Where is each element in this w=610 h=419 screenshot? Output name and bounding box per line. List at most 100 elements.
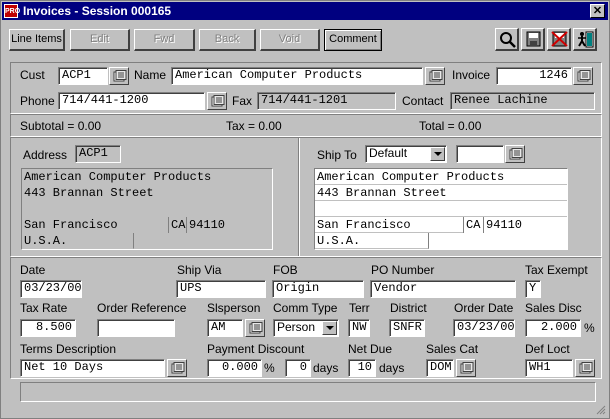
order-reference-label: Order Reference <box>97 301 187 315</box>
fob-label: FOB <box>273 263 298 277</box>
net-due-label: Net Due <box>348 342 393 356</box>
billing-address-box: American Computer Products 443 Brannan S… <box>21 168 273 250</box>
slsperson-field[interactable]: AM <box>207 319 243 337</box>
sales-cat-label: Sales Cat <box>426 342 479 356</box>
ship-to-city[interactable]: San Francisco <box>315 217 463 233</box>
def-loct-label: Def Loct <box>525 342 570 356</box>
ship-to-label: Ship To <box>317 148 357 162</box>
tax-rate-field[interactable]: 8.500 <box>20 319 76 337</box>
net-due-field[interactable]: 10 <box>348 359 376 377</box>
billing-address-line2: 443 Brannan Street <box>22 185 272 201</box>
billing-country: U.S.A. <box>22 233 134 249</box>
tax-text: Tax = 0.00 <box>226 119 282 133</box>
status-bar <box>20 382 596 402</box>
ship-to-country[interactable]: U.S.A. <box>315 233 429 249</box>
def-loct-field[interactable]: WH1 <box>525 359 573 377</box>
billing-zip: 94110 <box>186 217 272 233</box>
terms-lookup-icon[interactable] <box>167 359 187 377</box>
date-field[interactable]: 03/23/00 <box>20 280 82 298</box>
exit-door-icon[interactable] <box>573 28 597 51</box>
comment-button[interactable]: Comment <box>324 29 382 51</box>
address-divider <box>298 138 300 256</box>
comm-type-select[interactable]: Person <box>273 319 339 337</box>
sales-cat-field[interactable]: DOM <box>426 359 454 377</box>
resize-grip-icon[interactable] <box>596 405 606 415</box>
invoice-lookup-icon[interactable] <box>573 67 593 85</box>
terr-field[interactable]: NW <box>348 319 370 337</box>
phone-lookup-icon[interactable] <box>207 92 227 110</box>
terr-label: Terr <box>349 301 370 315</box>
tax-exempt-label: Tax Exempt <box>525 263 588 277</box>
cust-field[interactable]: ACP1 <box>58 67 108 85</box>
tax-exempt-field[interactable]: Y <box>525 280 541 298</box>
cust-lookup-icon[interactable] <box>109 67 129 85</box>
billing-state: CA <box>168 217 186 233</box>
order-date-label: Order Date <box>454 301 514 315</box>
name-lookup-icon[interactable] <box>425 67 445 85</box>
name-field[interactable]: American Computer Products <box>171 67 423 85</box>
close-icon[interactable]: ✕ <box>590 4 605 18</box>
fwd-button[interactable]: Fwd <box>134 29 195 51</box>
payment-days-field[interactable]: 0 <box>285 359 311 377</box>
ship-to-line3[interactable] <box>315 201 567 217</box>
void-button[interactable]: Void <box>260 29 320 51</box>
ship-to-select[interactable]: Default <box>365 145 447 163</box>
window-title: Invoices - Session 000165 <box>23 4 172 18</box>
contact-label: Contact <box>402 94 444 108</box>
phone-label: Phone <box>20 94 55 108</box>
address-label: Address <box>23 148 68 162</box>
subtotal-text: Subtotal = 0.00 <box>20 119 102 133</box>
ship-to-lookup-icon[interactable] <box>505 145 525 163</box>
def-loct-lookup-icon[interactable] <box>575 359 595 377</box>
search-icon[interactable] <box>495 28 519 51</box>
payment-discount-field[interactable]: 0.000 <box>207 359 262 377</box>
chevron-down-icon[interactable] <box>322 321 337 335</box>
billing-city: San Francisco <box>22 217 168 233</box>
line-items-button[interactable]: Line Items <box>9 29 65 51</box>
po-number-field[interactable]: Vendor <box>370 280 516 298</box>
net-due-unit: days <box>379 361 405 375</box>
billing-address-line3 <box>22 201 272 217</box>
payment-days-unit: days <box>313 361 339 375</box>
ship-to-selected: Default <box>369 146 408 160</box>
sales-disc-label: Sales Disc <box>525 301 582 315</box>
address-code-field: ACP1 <box>75 145 121 163</box>
sales-disc-field[interactable]: 2.000 <box>525 319 581 337</box>
title-bar[interactable]: PRO Invoices - Session 000165 ✕ <box>2 2 608 20</box>
invoice-window: PRO Invoices - Session 000165 ✕ Line Ite… <box>0 0 610 419</box>
name-label: Name <box>134 68 167 82</box>
ship-to-address-box: American Computer Products 443 Brannan S… <box>314 168 568 250</box>
order-reference-field[interactable] <box>97 319 175 337</box>
ship-via-field[interactable]: UPS <box>176 280 266 298</box>
tax-rate-label: Tax Rate <box>20 301 68 315</box>
slsperson-label: Slsperson <box>207 301 261 315</box>
total-text: Total = 0.00 <box>419 119 482 133</box>
slsperson-lookup-icon[interactable] <box>245 319 265 337</box>
ship-to-state[interactable]: CA <box>463 217 483 233</box>
save-disk-icon[interactable] <box>521 28 545 51</box>
terms-label: Terms Description <box>20 342 117 356</box>
delete-icon[interactable] <box>547 28 571 51</box>
fob-field[interactable]: Origin <box>272 280 364 298</box>
sales-cat-lookup-icon[interactable] <box>456 359 476 377</box>
ship-to-code-field[interactable] <box>456 145 504 163</box>
sales-disc-unit: % <box>584 321 595 335</box>
cust-label: Cust <box>20 68 45 82</box>
district-label: District <box>390 301 427 315</box>
edit-button[interactable]: Edit <box>70 29 130 51</box>
ship-to-zip[interactable]: 94110 <box>483 217 567 233</box>
invoice-field[interactable]: 1246 <box>496 67 572 85</box>
ship-to-line2[interactable]: 443 Brannan Street <box>315 185 567 201</box>
chevron-down-icon[interactable] <box>430 147 445 161</box>
phone-field[interactable]: 714/441-1200 <box>58 92 205 110</box>
po-number-label: PO Number <box>371 263 435 277</box>
invoice-label: Invoice <box>452 68 491 82</box>
payment-discount-unit: % <box>264 361 275 375</box>
date-label: Date <box>20 263 46 277</box>
ship-to-line1[interactable]: American Computer Products <box>315 169 567 185</box>
terms-field[interactable]: Net 10 Days <box>20 359 165 377</box>
contact-field: Renee Lachine <box>450 92 595 110</box>
order-date-field[interactable]: 03/23/00 <box>453 319 515 337</box>
back-button[interactable]: Back <box>199 29 256 51</box>
district-field[interactable]: SNFR <box>389 319 425 337</box>
